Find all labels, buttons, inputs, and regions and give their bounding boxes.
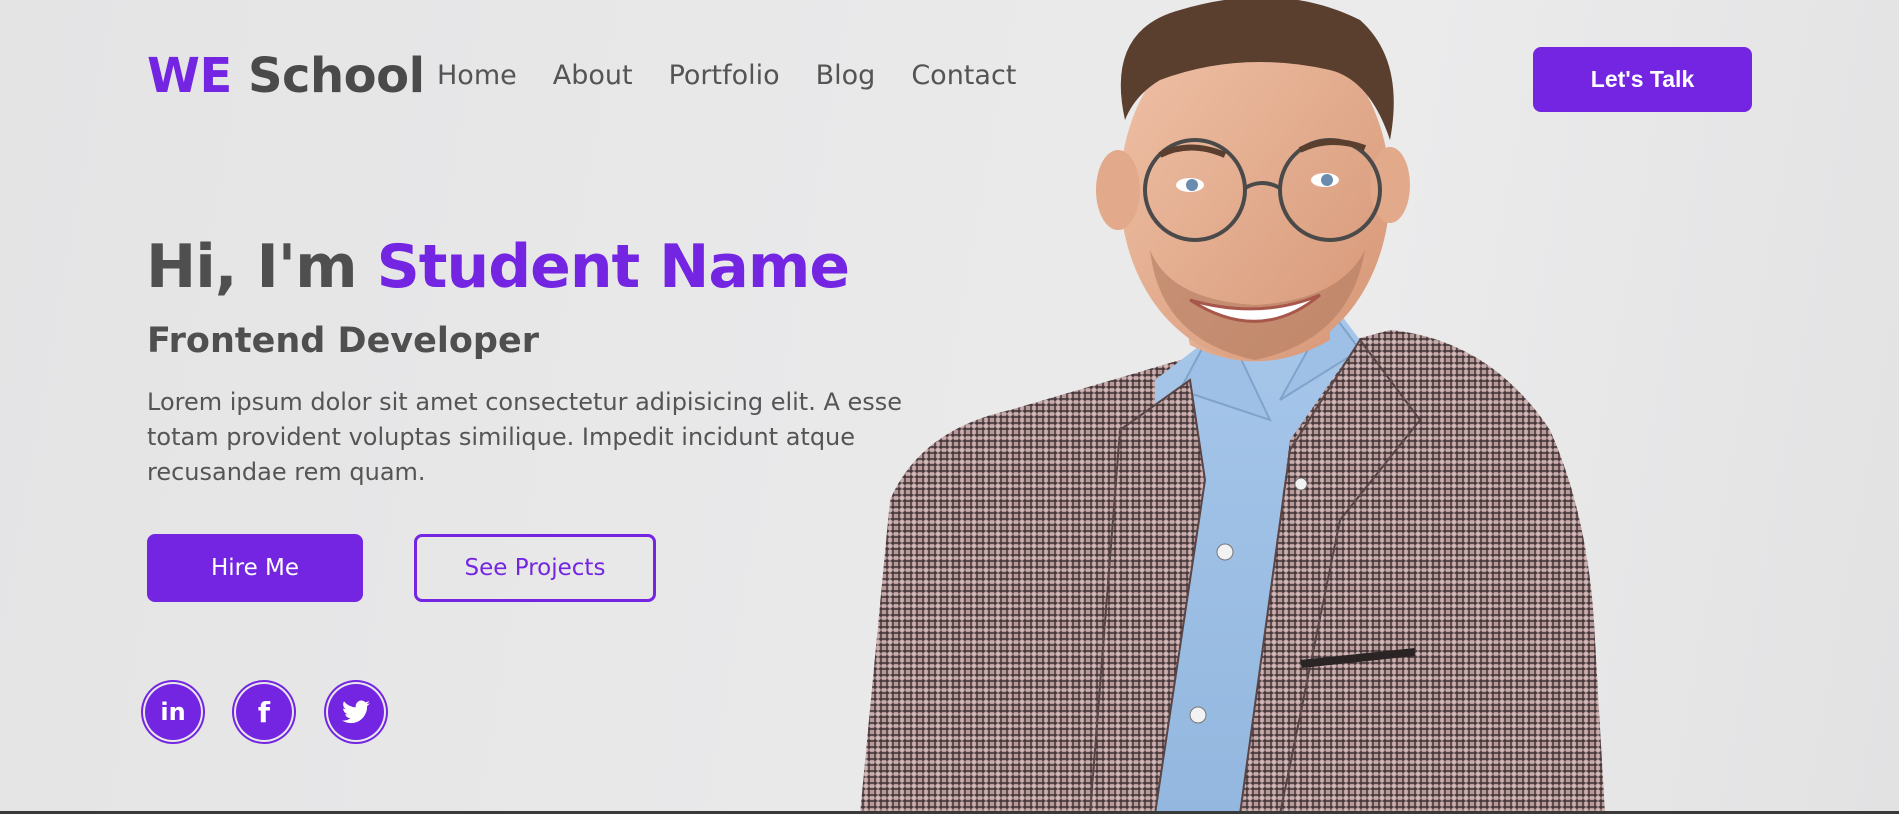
student-name: Student Name <box>376 232 850 302</box>
facebook-icon[interactable]: f <box>236 684 292 740</box>
logo-rest: School <box>247 48 425 104</box>
hero-description: Lorem ipsum dolor sit amet consectetur a… <box>147 388 903 486</box>
hero-section: WE School Home About Portfolio Blog Cont… <box>0 0 1899 814</box>
twitter-icon[interactable] <box>328 684 384 740</box>
hire-me-button[interactable]: Hire Me <box>147 534 363 602</box>
linkedin-icon[interactable]: in <box>145 684 201 740</box>
logo-accent: WE <box>147 48 232 104</box>
twitter-bird-shape <box>342 700 370 724</box>
nav-portfolio[interactable]: Portfolio <box>669 60 780 91</box>
facebook-glyph: f <box>257 695 271 729</box>
see-projects-button[interactable]: See Projects <box>414 534 656 602</box>
nav-home[interactable]: Home <box>437 60 517 91</box>
role-title: Frontend Developer <box>147 321 539 361</box>
profile-photo <box>860 0 1605 814</box>
site-logo[interactable]: WE School <box>147 48 425 104</box>
nav-about[interactable]: About <box>553 60 633 91</box>
hero-heading: Hi, I'm Student Name <box>146 232 850 302</box>
linkedin-glyph: in <box>160 698 186 726</box>
greeting-prefix: Hi, I'm <box>146 232 377 302</box>
